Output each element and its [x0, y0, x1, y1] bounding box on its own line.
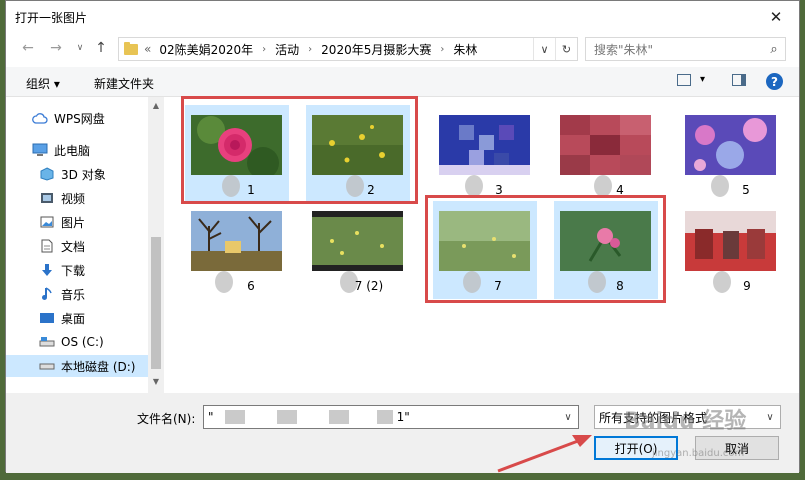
open-image-dialog: 打开一张图片 ✕ ← → ∨ ↑ « 02陈美娟2020年 › 活动 › 202…	[5, 0, 800, 473]
watermark-url: jingyan.baidu.com	[652, 448, 745, 459]
watermark: Baidu 经验	[624, 409, 747, 434]
